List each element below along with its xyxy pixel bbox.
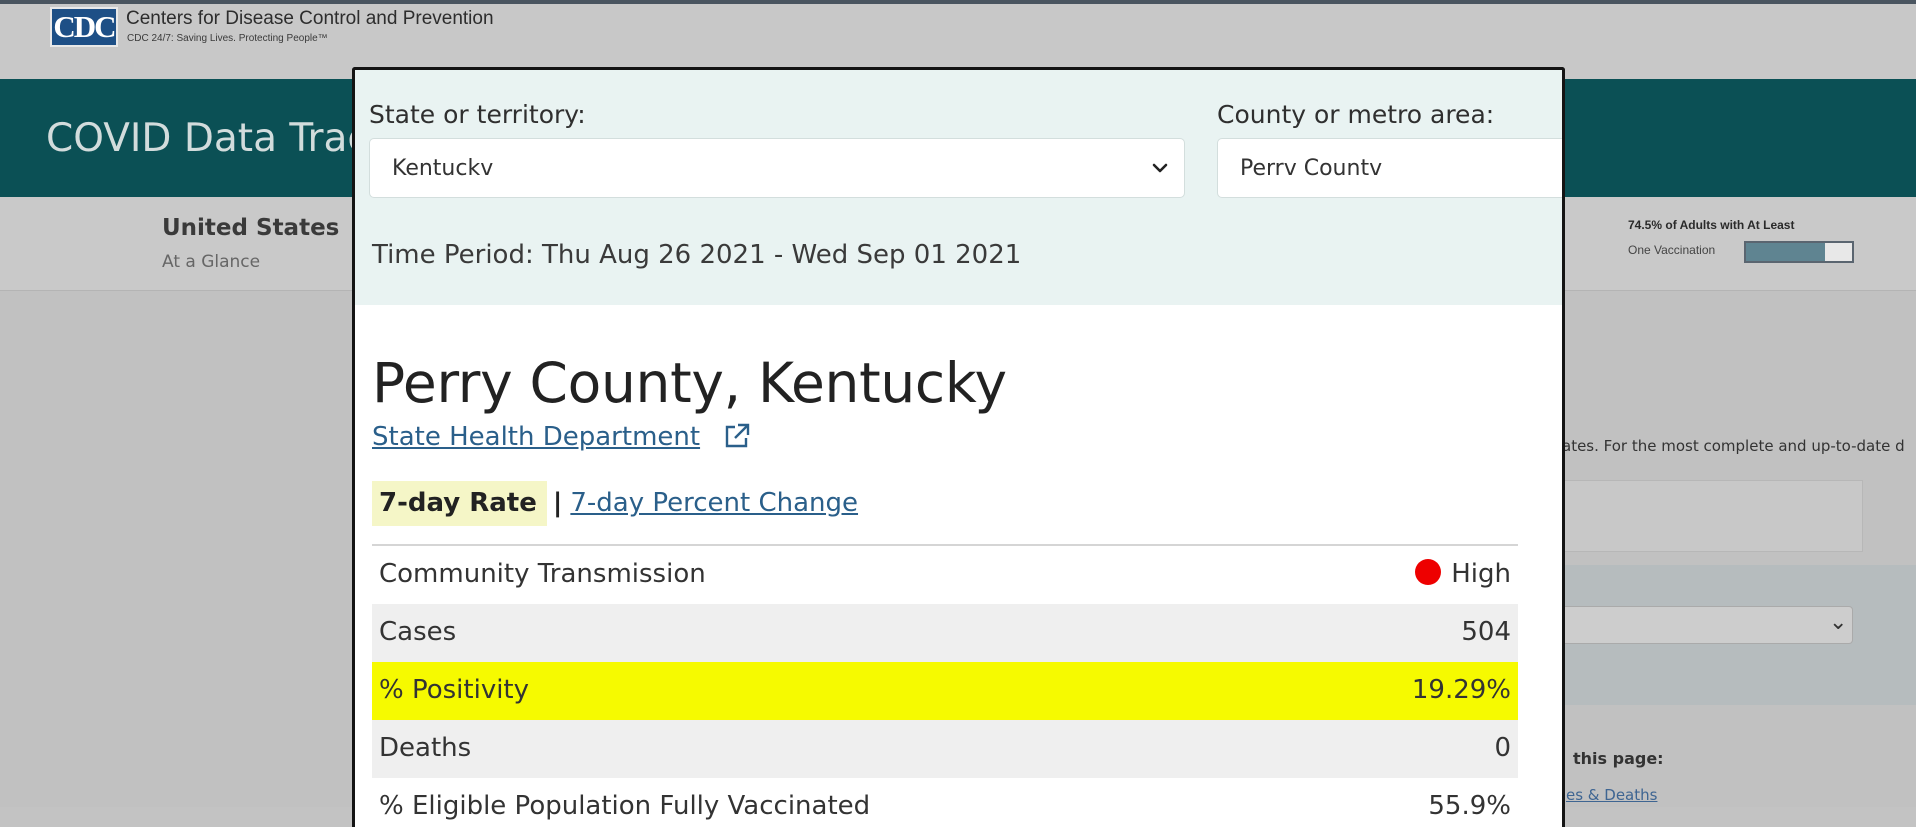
- state-select-value: Kentuckv: [392, 156, 494, 181]
- site-tagline: CDC 24/7: Saving Lives. Protecting Peopl…: [127, 33, 328, 44]
- metric-value: 55.9%: [1428, 791, 1511, 821]
- metric-label: % Eligible Population Fully Vaccinated: [379, 791, 871, 821]
- on-this-page-link[interactable]: es & Deaths: [1566, 786, 1657, 804]
- external-link-icon[interactable]: [723, 422, 751, 450]
- metric-row-community-transmission: Community Transmission High: [372, 546, 1518, 604]
- on-this-page-label: this page:: [1573, 749, 1664, 768]
- metric-row-cases: Cases 504: [372, 604, 1518, 662]
- county-title: Perry County, Kentucky: [372, 351, 1007, 415]
- county-data-modal: State or territory: Kentuckv County or m…: [352, 67, 1565, 827]
- side-select[interactable]: [1562, 606, 1853, 644]
- transmission-level: High: [1451, 559, 1511, 589]
- state-select[interactable]: Kentuckv: [369, 138, 1185, 198]
- metric-value: 0: [1494, 733, 1511, 763]
- us-title[interactable]: United States: [162, 215, 339, 241]
- us-subtitle: At a Glance: [162, 252, 261, 272]
- metric-value: 19.29%: [1411, 675, 1511, 705]
- metrics-table: Community Transmission High Cases 504 % …: [372, 546, 1518, 827]
- side-panel: [1562, 480, 1863, 552]
- site-name[interactable]: Centers for Disease Control and Preventi…: [126, 8, 494, 30]
- county-select[interactable]: Perrv Countv: [1217, 138, 1562, 198]
- state-health-department-link[interactable]: State Health Department: [372, 422, 700, 452]
- vaccination-progress-fill: [1746, 243, 1825, 261]
- metric-label: Cases: [379, 617, 457, 647]
- chevron-down-icon[interactable]: ⌄: [1829, 610, 1847, 635]
- metric-row-positivity: % Positivity 19.29%: [372, 662, 1518, 720]
- metric-label: % Positivity: [379, 675, 530, 705]
- metric-value: 504: [1461, 617, 1511, 647]
- metric-row-deaths: Deaths 0: [372, 720, 1518, 778]
- data-note: ates. For the most complete and up-to-da…: [1562, 437, 1905, 455]
- metric-row-fully-vaccinated: % Eligible Population Fully Vaccinated 5…: [372, 778, 1518, 827]
- county-select-label: County or metro area:: [1217, 100, 1495, 129]
- tab-7-day-percent-change[interactable]: 7-day Percent Change: [570, 488, 858, 518]
- time-period: Time Period: Thu Aug 26 2021 - Wed Sep 0…: [372, 240, 1022, 270]
- status-dot-icon: [1415, 559, 1442, 585]
- vaccination-sublabel: One Vaccination: [1628, 243, 1716, 257]
- county-select-value: Perrv Countv: [1240, 156, 1383, 181]
- metric-label: Community Transmission: [379, 559, 706, 589]
- vaccination-progress-bar: [1744, 241, 1854, 263]
- metric-value: High: [1415, 559, 1511, 589]
- metric-label: Deaths: [379, 733, 472, 763]
- tab-separator: |: [552, 488, 563, 518]
- rate-tabs: 7-day Rate | 7-day Percent Change: [372, 481, 858, 526]
- chevron-down-icon[interactable]: [1149, 157, 1171, 179]
- vaccination-label: 74.5% of Adults with At Least: [1628, 218, 1795, 232]
- state-select-label: State or territory:: [369, 100, 586, 129]
- page-title: COVID Data Trac: [46, 116, 369, 161]
- cdc-logo[interactable]: CDC: [50, 7, 118, 47]
- tab-7-day-rate[interactable]: 7-day Rate: [372, 481, 547, 526]
